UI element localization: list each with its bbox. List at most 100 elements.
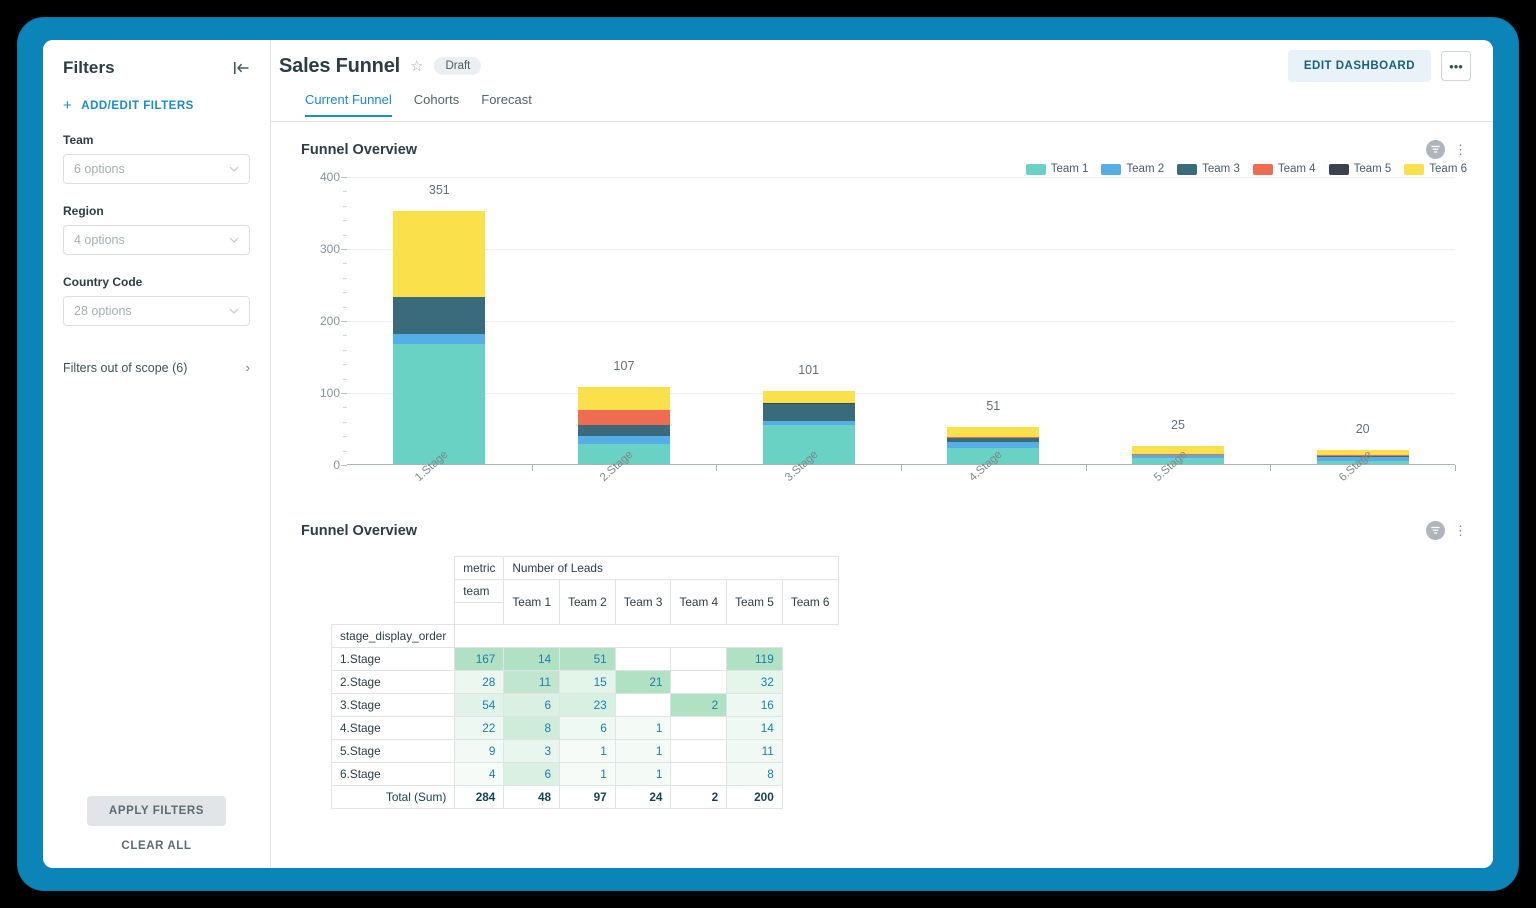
table-cell: 6 xyxy=(503,693,561,717)
table-row[interactable]: 1.Stage 167 14 51 119 xyxy=(330,647,839,671)
bar-total-label: 351 xyxy=(428,183,450,198)
table-cell: 1 xyxy=(559,739,616,763)
y-axis-label: 0 xyxy=(333,458,340,472)
table-cell xyxy=(670,670,728,694)
legend-item-team-2[interactable]: Team 2 xyxy=(1101,163,1164,175)
table-cell: 23 xyxy=(559,693,616,717)
y-axis-tick xyxy=(341,249,347,250)
table-row[interactable]: 3.Stage 54 6 23 2 16 xyxy=(330,693,839,717)
legend-item-team-5[interactable]: Team 5 xyxy=(1328,163,1392,175)
filter-value-team: 6 options xyxy=(74,162,125,176)
legend-swatch-icon xyxy=(1101,163,1122,175)
table-total-cell: 2 xyxy=(670,785,728,809)
bar-segment-team-1[interactable] xyxy=(393,343,486,464)
funnel-overview-chart-card: Funnel Overview ⋮ Team 1 Team 2 Team 3 Team… xyxy=(271,122,1493,507)
tab-forecast[interactable]: Forecast xyxy=(481,92,532,117)
bar-segment-team-3[interactable] xyxy=(577,425,671,436)
table-cell: 14 xyxy=(503,647,561,671)
y-axis-minor-tick xyxy=(343,263,347,265)
legend-item-team-1[interactable]: Team 1 xyxy=(1025,163,1088,175)
legend-item-team-6[interactable]: Team 6 xyxy=(1404,163,1467,175)
table-row[interactable]: 5.Stage 9 3 1 1 11 xyxy=(330,739,839,763)
tab-cohorts[interactable]: Cohorts xyxy=(414,92,460,117)
y-axis-minor-tick xyxy=(343,220,347,222)
y-axis-minor-tick xyxy=(343,335,347,337)
filter-label-team: Team xyxy=(63,133,94,147)
plus-icon: + xyxy=(63,97,73,114)
table-total-cell: 48 xyxy=(503,785,561,809)
x-axis-tick xyxy=(1455,465,1456,471)
clear-all-button[interactable]: CLEAR ALL xyxy=(121,840,191,852)
bar-segment-team-6[interactable] xyxy=(762,391,855,403)
filter-group-region: Region 4 options xyxy=(63,204,250,255)
add-edit-filters-button[interactable]: + ADD/EDIT FILTERS xyxy=(63,98,250,113)
legend-swatch-icon xyxy=(1252,163,1273,175)
legend-label: Team 6 xyxy=(1429,163,1467,175)
table-header-metric-row: metric Number of Leads xyxy=(332,556,839,580)
table-team-label: team xyxy=(454,579,505,603)
filter-value-region: 4 options xyxy=(74,233,125,247)
table-row-dimension-name: stage_display_order xyxy=(330,624,456,648)
chart-filter-icon[interactable] xyxy=(1426,521,1445,540)
filters-out-of-scope-row[interactable]: Filters out of scope (6) › xyxy=(63,360,250,375)
page-title: Sales Funnel xyxy=(279,54,400,77)
bar-segment-team-4[interactable] xyxy=(577,410,671,426)
bar-segment-team-3[interactable] xyxy=(393,296,486,334)
bar-segment-team-6[interactable] xyxy=(947,427,1040,438)
table-row[interactable]: 4.Stage 22 8 6 1 14 xyxy=(330,716,839,740)
y-axis-label: 300 xyxy=(319,242,340,256)
bar-segment-team-3[interactable] xyxy=(762,404,855,421)
table-total-label: Total (Sum) xyxy=(330,785,456,809)
bar-segment-team-6[interactable] xyxy=(393,211,486,297)
filters-panel-title: Filters xyxy=(63,58,115,77)
table-row[interactable]: 6.Stage 4 6 1 1 8 xyxy=(330,762,839,786)
more-options-button[interactable]: ••• xyxy=(1441,51,1471,81)
filter-select-country-code[interactable]: 28 options xyxy=(63,296,250,326)
table-row-dimension-label xyxy=(454,602,505,625)
collapse-panel-icon[interactable] xyxy=(233,61,250,75)
bar-segment-team-6[interactable] xyxy=(577,387,671,411)
chart-gridline xyxy=(347,249,1455,250)
table-cell: 9 xyxy=(454,739,505,763)
chart-filter-icon[interactable] xyxy=(1426,140,1445,159)
filter-group-team: Team 6 options xyxy=(63,133,250,184)
filter-label-country-code: Country Code xyxy=(63,275,143,289)
table-cell: 16 xyxy=(726,693,783,717)
bar-total-label: 25 xyxy=(1171,418,1185,432)
legend-item-team-4[interactable]: Team 4 xyxy=(1252,163,1316,175)
y-axis-tick xyxy=(341,177,347,178)
funnel-bar-chart: 0 100 200 300 400 351 107 101 51 25 20 1.Stage 2.St… xyxy=(301,170,1467,507)
table-cell: 1 xyxy=(614,739,672,763)
legend-label: Team 5 xyxy=(1353,163,1392,175)
y-axis-minor-tick xyxy=(343,436,347,438)
bar-segment-team-2[interactable] xyxy=(577,435,671,444)
star-outline-icon[interactable]: ☆ xyxy=(410,57,423,75)
table-cell: 54 xyxy=(454,693,505,717)
table-total-row: Total (Sum) 284 48 97 24 2 200 xyxy=(330,785,839,809)
bar-segment-team-2[interactable] xyxy=(393,333,486,344)
edit-dashboard-button[interactable]: EDIT DASHBOARD xyxy=(1287,50,1431,82)
table-card-tools: ⋮ xyxy=(1426,521,1467,540)
table-cell: 51 xyxy=(559,647,616,671)
vertical-dots-icon[interactable]: ⋮ xyxy=(1454,143,1467,156)
tab-current-funnel[interactable]: Current Funnel xyxy=(305,92,392,117)
y-axis-tick xyxy=(341,393,347,394)
y-axis-tick xyxy=(341,465,347,466)
apply-filters-button[interactable]: APPLY FILTERS xyxy=(86,796,227,826)
table-cell: 119 xyxy=(726,647,783,671)
table-row-label: 2.Stage xyxy=(330,670,456,694)
filter-select-region[interactable]: 4 options xyxy=(63,225,250,255)
legend-swatch-icon xyxy=(1404,163,1425,175)
bar-1-stage[interactable]: 351 xyxy=(393,183,486,464)
y-axis-minor-tick xyxy=(343,306,347,308)
chart-plot-area: 0 100 200 300 400 351 107 101 51 25 20 xyxy=(320,170,1455,472)
table-cell xyxy=(670,739,728,763)
filter-select-team[interactable]: 6 options xyxy=(63,154,250,184)
table-card-header: Funnel Overview ⋮ xyxy=(301,521,1467,540)
y-axis-minor-tick xyxy=(343,191,347,193)
table-corner-blank xyxy=(332,557,455,625)
chevron-down-icon xyxy=(229,166,239,172)
legend-item-team-3[interactable]: Team 3 xyxy=(1177,163,1240,175)
table-row[interactable]: 2.Stage 28 11 15 21 32 xyxy=(330,670,839,694)
vertical-dots-icon[interactable]: ⋮ xyxy=(1454,524,1467,537)
